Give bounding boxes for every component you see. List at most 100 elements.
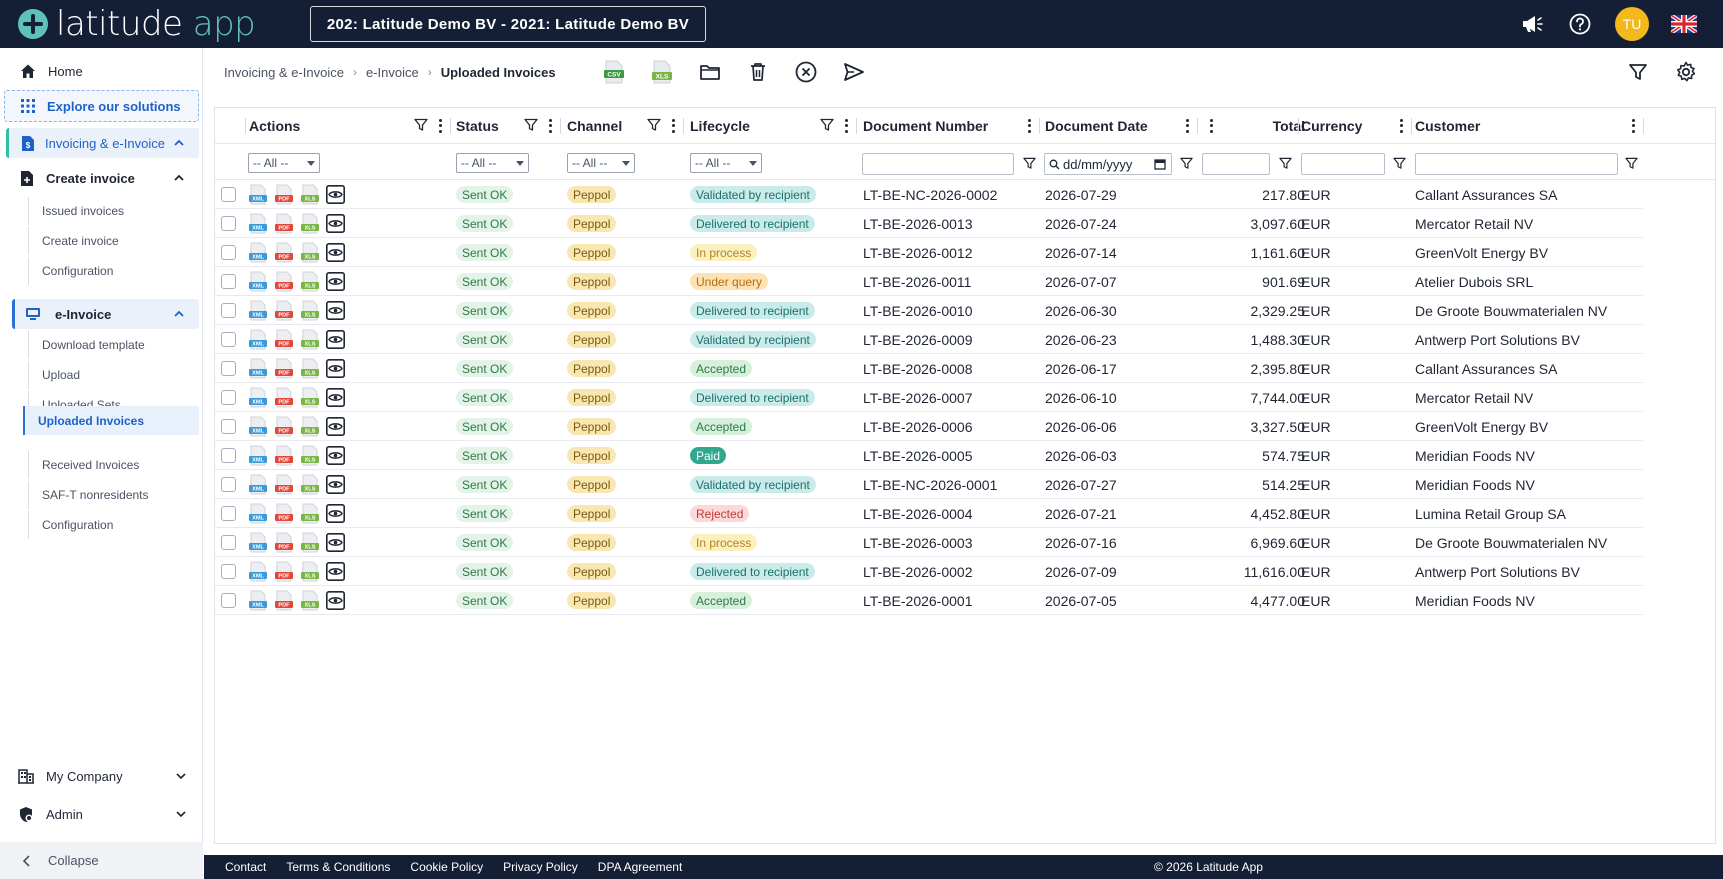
view-eye-icon[interactable]	[326, 185, 345, 204]
sidebar-item-upload[interactable]: Upload	[28, 361, 199, 389]
currency-filter-input[interactable]	[1301, 153, 1385, 175]
column-menu-icon[interactable]	[546, 118, 554, 134]
document-date-filter-input[interactable]: dd/mm/yyyy	[1044, 153, 1172, 175]
sidebar-item-invoicing[interactable]: $ Invoicing & e-Invoice	[6, 128, 199, 158]
sidebar-item-download-template[interactable]: Download template	[28, 331, 199, 359]
xml-file-icon[interactable]: XML	[248, 387, 268, 408]
row-checkbox[interactable]	[221, 361, 236, 376]
document-number-filter-input[interactable]	[862, 153, 1014, 175]
xls-file-icon[interactable]: XLS	[300, 416, 320, 437]
settings-button[interactable]	[1674, 60, 1698, 84]
row-checkbox[interactable]	[221, 303, 236, 318]
footer-link-cookie-policy[interactable]: Cookie Policy	[410, 860, 483, 874]
export-csv-button[interactable]: CSV	[602, 60, 626, 84]
view-eye-icon[interactable]	[326, 446, 345, 465]
xml-file-icon[interactable]: XML	[248, 329, 268, 350]
table-row[interactable]: XML PDF XLS Sent OK Peppol Accepted LT-BE-2026…	[215, 586, 1643, 615]
status-filter-select[interactable]: -- All --	[456, 153, 529, 173]
document-number-cell[interactable]: LT-BE-2026-0005	[863, 441, 972, 470]
explore-solutions-button[interactable]: Explore our solutions	[4, 90, 199, 122]
document-number-cell[interactable]: LT-BE-2026-0007	[863, 383, 972, 412]
sidebar-item-einvoice-configuration[interactable]: Configuration	[28, 511, 199, 539]
column-header-status[interactable]: Status	[456, 108, 499, 144]
pdf-file-icon[interactable]: PDF	[274, 590, 294, 611]
view-eye-icon[interactable]	[326, 388, 345, 407]
xml-file-icon[interactable]: XML	[248, 532, 268, 553]
pdf-file-icon[interactable]: PDF	[274, 561, 294, 582]
sidebar-item-saf-t-nonresidents[interactable]: SAF-T nonresidents	[28, 481, 199, 509]
table-row[interactable]: XML PDF XLS Sent OK Peppol Accepted LT-BE-2026…	[215, 412, 1643, 441]
pdf-file-icon[interactable]: PDF	[274, 213, 294, 234]
document-number-cell[interactable]: LT-BE-2026-0002	[863, 557, 972, 586]
breadcrumb-e-invoice[interactable]: e-Invoice	[366, 65, 419, 80]
sidebar-item-issued-invoices[interactable]: Issued invoices	[28, 197, 199, 225]
calendar-icon[interactable]	[1154, 158, 1166, 170]
export-xls-button[interactable]: XLS	[650, 60, 674, 84]
row-checkbox[interactable]	[221, 419, 236, 434]
column-menu-icon[interactable]	[1207, 118, 1215, 134]
cancel-button[interactable]	[794, 60, 818, 84]
footer-link-contact[interactable]: Contact	[225, 860, 266, 874]
footer-link-dpa-agreement[interactable]: DPA Agreement	[598, 860, 683, 874]
row-checkbox[interactable]	[221, 216, 236, 231]
help-icon[interactable]	[1567, 11, 1593, 37]
table-row[interactable]: XML PDF XLS Sent OK Peppol Delivered to recip…	[215, 209, 1643, 238]
pdf-file-icon[interactable]: PDF	[274, 184, 294, 205]
column-menu-icon[interactable]	[842, 118, 850, 134]
xml-file-icon[interactable]: XML	[248, 300, 268, 321]
document-number-cell[interactable]: LT-BE-2026-0013	[863, 209, 972, 238]
xml-file-icon[interactable]: XML	[248, 416, 268, 437]
send-button[interactable]	[842, 60, 866, 84]
user-avatar[interactable]: TU	[1615, 7, 1649, 41]
document-number-cell[interactable]: LT-BE-2026-0003	[863, 528, 972, 557]
xls-file-icon[interactable]: XLS	[300, 445, 320, 466]
xls-file-icon[interactable]: XLS	[300, 532, 320, 553]
filter-icon[interactable]	[1180, 157, 1193, 170]
xls-file-icon[interactable]: XLS	[300, 387, 320, 408]
row-checkbox[interactable]	[221, 245, 236, 260]
filter-button[interactable]	[1626, 60, 1650, 84]
document-number-cell[interactable]: LT-BE-NC-2026-0001	[863, 470, 997, 499]
table-row[interactable]: XML PDF XLS Sent OK Peppol Under query LT-BE-2…	[215, 267, 1643, 296]
column-header-document-date[interactable]: Document Date	[1045, 108, 1148, 144]
row-checkbox[interactable]	[221, 564, 236, 579]
document-number-cell[interactable]: LT-BE-2026-0011	[863, 267, 971, 296]
uk-flag-icon[interactable]	[1671, 11, 1697, 37]
breadcrumb-invoicing[interactable]: Invoicing & e-Invoice	[224, 65, 344, 80]
xls-file-icon[interactable]: XLS	[300, 590, 320, 611]
view-eye-icon[interactable]	[326, 214, 345, 233]
document-number-cell[interactable]: LT-BE-2026-0009	[863, 325, 972, 354]
table-row[interactable]: XML PDF XLS Sent OK Peppol Delivered to recip…	[215, 383, 1643, 412]
row-checkbox[interactable]	[221, 448, 236, 463]
pdf-file-icon[interactable]: PDF	[274, 242, 294, 263]
table-row[interactable]: XML PDF XLS Sent OK Peppol Validated by recip…	[215, 325, 1643, 354]
pdf-file-icon[interactable]: PDF	[274, 387, 294, 408]
column-header-document-number[interactable]: Document Number	[863, 108, 988, 144]
column-header-actions[interactable]: Actions	[249, 108, 300, 144]
table-row[interactable]: XML PDF XLS Sent OK Peppol Validated by recip…	[215, 470, 1643, 499]
document-number-cell[interactable]: LT-BE-2026-0001	[863, 586, 972, 615]
table-row[interactable]: XML PDF XLS Sent OK Peppol In process LT-BE-20…	[215, 528, 1643, 557]
lifecycle-filter-select[interactable]: -- All --	[690, 153, 762, 173]
filter-icon[interactable]	[1625, 157, 1638, 170]
xml-file-icon[interactable]: XML	[248, 213, 268, 234]
sidebar-item-my-company[interactable]: My Company	[0, 758, 203, 794]
sidebar-item-create-invoice[interactable]: Create invoice	[6, 163, 199, 193]
filter-icon[interactable]	[1279, 157, 1292, 170]
column-menu-icon[interactable]	[436, 118, 444, 134]
view-eye-icon[interactable]	[326, 243, 345, 262]
pdf-file-icon[interactable]: PDF	[274, 300, 294, 321]
pdf-file-icon[interactable]: PDF	[274, 271, 294, 292]
xml-file-icon[interactable]: XML	[248, 474, 268, 495]
column-filter-icon[interactable]	[524, 118, 538, 132]
view-eye-icon[interactable]	[326, 417, 345, 436]
column-menu-icon[interactable]	[1629, 118, 1637, 134]
pdf-file-icon[interactable]: PDF	[274, 474, 294, 495]
document-number-cell[interactable]: LT-BE-2026-0010	[863, 296, 972, 325]
view-eye-icon[interactable]	[326, 301, 345, 320]
document-number-cell[interactable]: LT-BE-2026-0008	[863, 354, 972, 383]
sidebar-item-received-invoices[interactable]: Received Invoices	[28, 451, 199, 479]
sidebar-item-create-configuration[interactable]: Configuration	[28, 257, 199, 285]
xml-file-icon[interactable]: XML	[248, 271, 268, 292]
channel-filter-select[interactable]: -- All --	[567, 153, 635, 173]
